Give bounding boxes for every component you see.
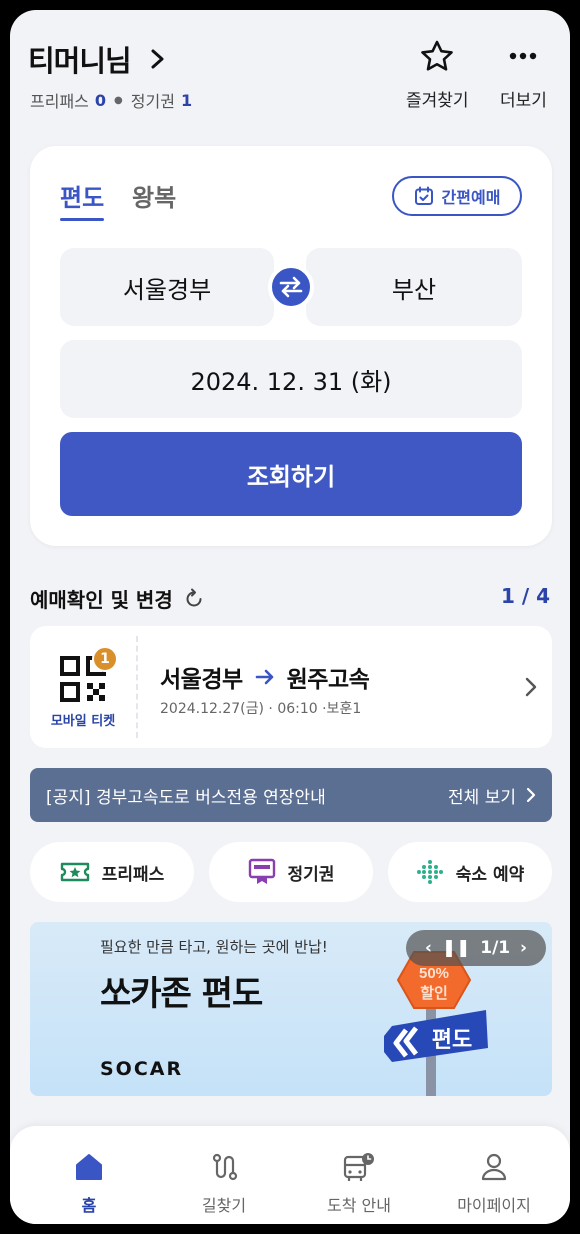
more-dots-icon [510, 52, 537, 60]
notice-view-all[interactable]: 전체 보기 [448, 783, 536, 808]
notice-banner[interactable]: [공지] 경부고속도로 버스전용 연장안내 전체 보기 [30, 768, 552, 822]
reservation-section-title: 예매확인 및 변경 [30, 584, 205, 613]
user-name: 티머니님 [28, 44, 132, 78]
nav-arrival[interactable]: 도착 안내 [299, 1152, 419, 1216]
road-sign-illustration: 50% 할인 편도 [384, 951, 488, 1096]
mobile-ticket-stub[interactable]: 모바일 티켓 1 [30, 626, 136, 748]
chevron-right-icon [151, 49, 164, 69]
date-field[interactable]: 2024. 12. 31 (화) [60, 340, 522, 418]
banner-title: 쏘카존 편도 [100, 974, 263, 1014]
freepass-ticket-icon [60, 862, 89, 882]
person-icon [481, 1153, 507, 1181]
arrow-right-icon [255, 669, 273, 685]
notice-text: [공지] 경부고속도로 버스전용 연장안내 [46, 787, 326, 808]
ticket-divider [136, 636, 138, 738]
swap-arrows-icon [279, 276, 303, 298]
tab-roundtrip[interactable]: 왕복 [132, 178, 176, 213]
search-button[interactable]: 조회하기 [60, 432, 522, 516]
ticket-route: 서울경부 원주고속 [160, 660, 370, 694]
sign-oneway-label: 편도 [432, 1027, 472, 1052]
bus-arrival-icon [343, 1153, 374, 1181]
freepass-button[interactable]: 프리패스 [30, 842, 194, 902]
tab-oneway[interactable]: 편도 [60, 178, 105, 221]
more-button[interactable]: 더보기 [500, 40, 547, 111]
view-all-label: 전체 보기 [448, 787, 516, 808]
chevron-right-icon [525, 677, 537, 697]
user-profile-link[interactable]: 티머니님 [28, 38, 167, 80]
home-icon [76, 1154, 102, 1180]
pager-pause-icon[interactable]: ❚❚ [442, 938, 471, 958]
origin-field[interactable]: 서울경부 [60, 248, 274, 326]
nav-mypage[interactable]: 마이페이지 [434, 1152, 554, 1216]
lodging-button[interactable]: 숙소 예약 [388, 842, 552, 902]
season-pass-button[interactable]: 정기권 [209, 842, 373, 902]
refresh-icon[interactable] [183, 588, 205, 610]
season-pass-label: 정기권 [130, 92, 175, 111]
season-pass-count: 1 [180, 90, 193, 110]
pager-next-icon[interactable]: › [520, 938, 527, 958]
nav-route-label: 길찾기 [201, 1196, 247, 1215]
freepass-label: 프리패스 [30, 92, 89, 111]
nav-mypage-label: 마이페이지 [457, 1196, 531, 1215]
sign-discount-word: 할인 [420, 984, 448, 1002]
mobile-ticket-label: 모바일 티켓 [50, 714, 116, 729]
quick-booking-label: 간편예매 [441, 188, 501, 207]
reservation-title-text: 예매확인 및 변경 [30, 588, 173, 612]
season-pass-button-label: 정기권 [287, 864, 335, 885]
chevron-right-icon [526, 787, 536, 803]
star-icon [421, 40, 454, 71]
swap-button[interactable] [268, 264, 314, 310]
nav-route[interactable]: 길찾기 [164, 1152, 284, 1216]
favorites-label: 즐겨찾기 [406, 91, 469, 111]
pager-count: 1/1 [480, 938, 511, 958]
nav-home-label: 홈 [81, 1196, 97, 1215]
banner-brand: SOCAR [100, 1058, 184, 1080]
trip-info: 2024.12.27(금) · 06:10 ·보훈1 [160, 701, 362, 717]
calendar-check-icon [414, 186, 433, 205]
lodging-button-label: 숙소 예약 [455, 864, 525, 885]
reservation-ticket-card[interactable]: 모바일 티켓 1 서울경부 원주고속 2024.12.27(금) · 06:10… [30, 626, 552, 748]
booking-card: 편도 왕복 간편예매 서울경부 부산 2024. 12. 31 (화) 조회하기 [30, 146, 552, 546]
sign-discount-value: 50% [419, 965, 449, 982]
season-pass-icon [248, 858, 275, 884]
route-origin: 서울경부 [160, 667, 243, 693]
banner-pager[interactable]: ‹ ❚❚ 1/1 › [406, 930, 546, 966]
freepass-button-label: 프리패스 [101, 864, 165, 885]
lodging-icon [416, 860, 443, 884]
route-icon [212, 1153, 238, 1181]
freepass-count: 0 [94, 90, 107, 110]
pager-prev-icon[interactable]: ‹ [425, 938, 432, 958]
quick-booking-button[interactable]: 간편예매 [392, 176, 522, 216]
more-label: 더보기 [500, 91, 547, 111]
ticket-count-badge: 1 [92, 646, 118, 672]
pass-summary: 프리패스 0 ● 정기권 1 [30, 88, 192, 112]
favorites-button[interactable]: 즐겨찾기 [406, 40, 469, 111]
home-screen: 티머니님 프리패스 0 ● 정기권 1 즐겨찾기 더보기 편도 왕복 간편예매 … [10, 10, 570, 1224]
bottom-navigation: 홈 길찾기 도착 안내 마이페이지 [10, 1126, 570, 1224]
banner-subtitle: 필요한 만큼 타고, 원하는 곳에 반납! [100, 938, 328, 956]
separator-dot: ● [114, 94, 123, 106]
destination-field[interactable]: 부산 [306, 248, 522, 326]
nav-arrival-label: 도착 안내 [327, 1196, 391, 1215]
promo-banner[interactable]: 필요한 만큼 타고, 원하는 곳에 반납! 쏘카존 편도 SOCAR 50% 할… [30, 922, 552, 1096]
route-destination: 원주고속 [286, 667, 370, 693]
reservation-page-indicator: 1 / 4 [500, 584, 550, 608]
nav-home[interactable]: 홈 [29, 1152, 149, 1216]
